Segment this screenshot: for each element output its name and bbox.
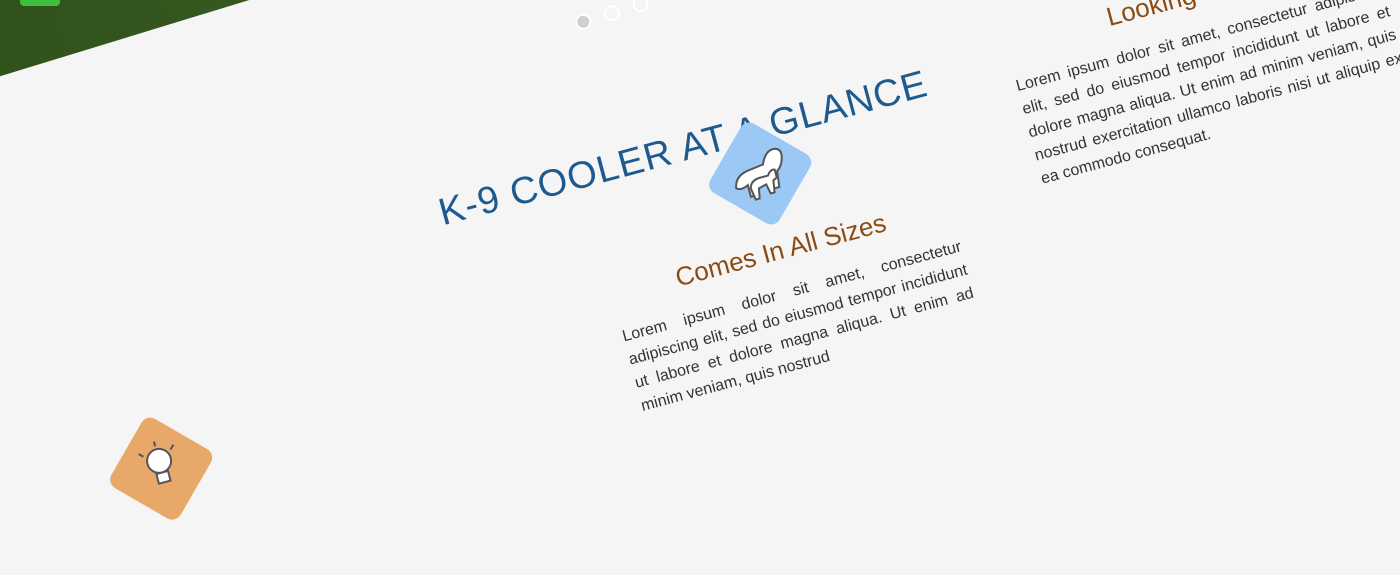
lightbulb-icon xyxy=(106,413,216,524)
feature-ideas xyxy=(106,413,216,524)
features-section: K-9 COOLER AT A GLANCE Comes In All Size… xyxy=(0,0,1400,575)
hero-cta-button[interactable] xyxy=(20,0,60,6)
feature-looks: Looking Good! Lorem ipsum dolor sit amet… xyxy=(974,0,1400,192)
